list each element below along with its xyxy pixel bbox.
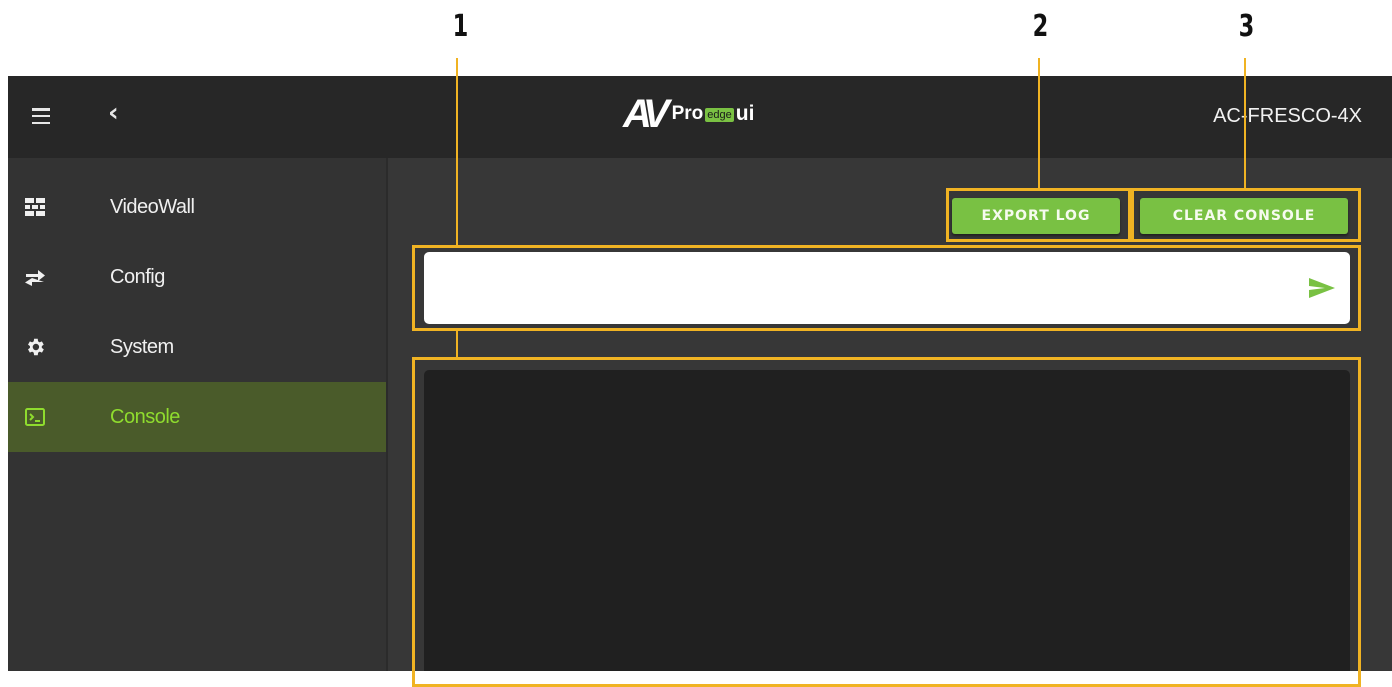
callout-frame-output [412,357,1361,687]
callout-leader-2 [1038,58,1040,188]
top-bar: ‹ AV Pro edge ui AC-FRESCO-4X [8,76,1392,158]
sidebar: VideoWall Config System Console [8,158,388,671]
sidebar-item-label: System [110,335,174,358]
sidebar-item-system[interactable]: System [8,312,386,382]
chevron-left-icon[interactable]: ‹ [108,98,119,128]
logo-edge: edge [705,108,734,122]
hamburger-icon[interactable] [32,108,50,125]
callout-frame-input [412,245,1361,331]
logo-av: AV [623,91,670,136]
callout-number-2: 2 [1032,9,1049,44]
logo-pro: Pro [671,103,704,124]
gear-icon [24,336,46,358]
callout-number-3: 3 [1238,9,1255,44]
terminal-icon [24,406,46,428]
callout-leader-1 [456,58,458,248]
sidebar-item-videowall[interactable]: VideoWall [8,172,386,242]
callout-leader-1b [456,330,458,360]
callout-leader-3 [1244,58,1246,188]
swap-arrows-icon [24,266,46,288]
sidebar-item-label: Console [110,405,180,428]
app-logo: AV Pro edge ui [623,90,754,138]
logo-ui: ui [735,102,755,125]
sidebar-item-label: Config [110,265,165,288]
callout-frame-clear [1131,188,1361,242]
callout-frame-export [946,188,1131,242]
videowall-icon [24,196,46,218]
sidebar-item-config[interactable]: Config [8,242,386,312]
sidebar-item-console[interactable]: Console [8,382,386,452]
device-name: AC-FRESCO-4X [1213,105,1362,127]
callout-number-1: 1 [452,9,469,44]
sidebar-item-label: VideoWall [110,195,195,218]
